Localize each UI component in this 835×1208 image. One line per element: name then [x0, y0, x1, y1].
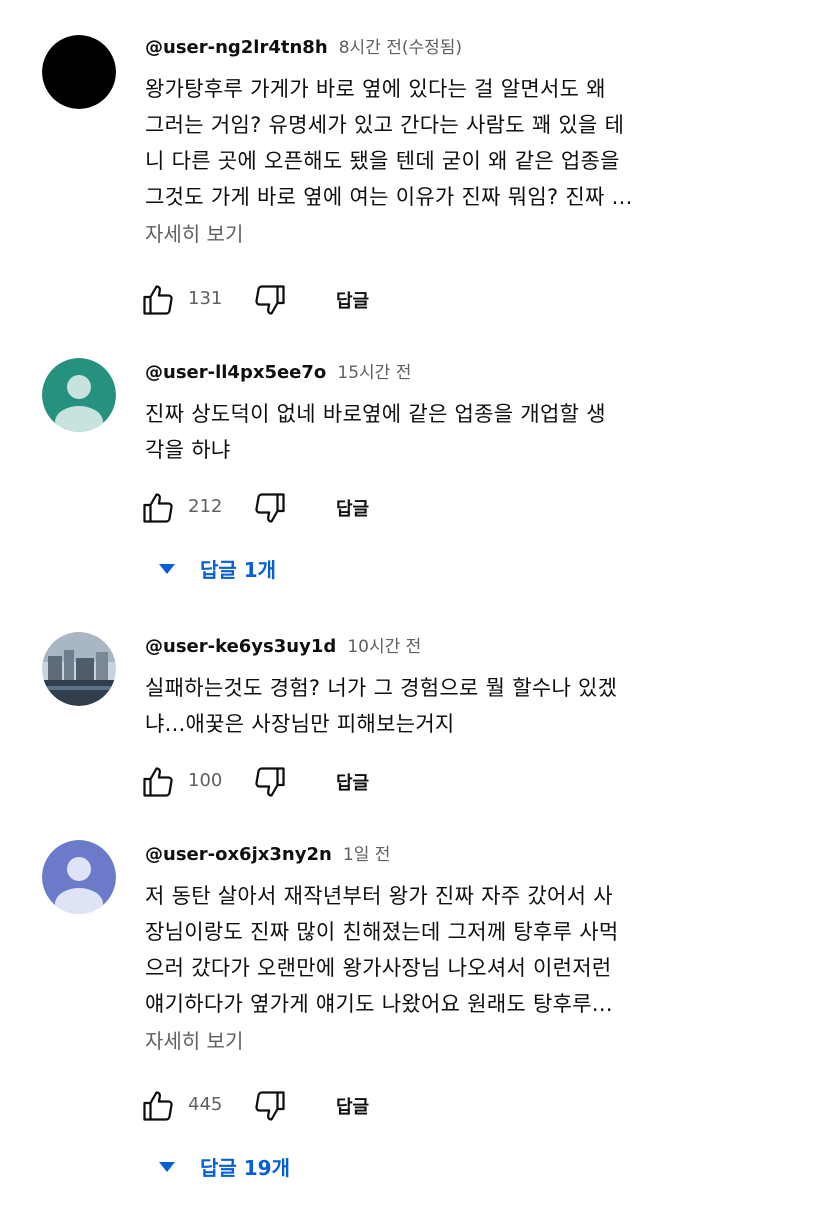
comment-author[interactable]: @user-ng2lr4tn8h — [145, 37, 328, 58]
avatar[interactable] — [42, 840, 116, 914]
thumb-down-icon[interactable] — [252, 490, 288, 526]
reply-button[interactable]: 답글 — [336, 495, 369, 521]
comment-text: 진짜 상도덕이 없네 바로옆에 같은 업종을 개업할 생 각을 하냐 — [145, 402, 606, 462]
comment-timestamp[interactable]: 15시간 전 — [337, 363, 411, 383]
comment-author[interactable]: @user-ox6jx3ny2n — [145, 844, 332, 865]
comment-text: 왕가탕후루 가게가 바로 옆에 있다는 걸 알면서도 왜 그러는 거임? 유명세… — [145, 77, 633, 209]
avatar[interactable] — [42, 35, 116, 109]
thumb-up-icon[interactable] — [140, 1088, 176, 1124]
view-replies-button[interactable]: 답글 1개 — [155, 550, 375, 586]
thumb-up-icon[interactable] — [140, 764, 176, 800]
reply-button[interactable]: 답글 — [336, 1093, 369, 1119]
avatar[interactable] — [42, 358, 116, 432]
comment-text: 저 동탄 살아서 재작년부터 왕가 진짜 자주 갔어서 사 장님이랑도 진짜 많… — [145, 884, 619, 1016]
comment-timestamp[interactable]: 10시간 전 — [347, 637, 421, 657]
comment-timestamp[interactable]: 1일 전 — [343, 845, 391, 865]
caret-down-icon — [159, 1162, 175, 1172]
thumb-up-icon[interactable] — [140, 490, 176, 526]
comment-author[interactable]: @user-ke6ys3uy1d — [145, 636, 336, 657]
read-more-link[interactable]: 자세히 보기 — [145, 216, 765, 252]
comment-timestamp[interactable]: 8시간 전(수정됨) — [339, 38, 462, 58]
like-count: 100 — [188, 770, 223, 791]
comment-author[interactable]: @user-ll4px5ee7o — [145, 362, 326, 383]
comment-actions: 131 답글 — [140, 280, 540, 320]
comment-actions: 100 답글 — [140, 762, 540, 802]
comment-actions: 212 답글 — [140, 488, 540, 528]
caret-down-icon — [159, 564, 175, 574]
thumb-down-icon[interactable] — [252, 282, 288, 318]
thumb-down-icon[interactable] — [252, 1088, 288, 1124]
like-count: 212 — [188, 496, 223, 517]
replies-count-label: 답글 1개 — [200, 558, 277, 582]
like-count: 445 — [188, 1094, 223, 1115]
read-more-link[interactable]: 자세히 보기 — [145, 1023, 765, 1059]
reply-button[interactable]: 답글 — [336, 287, 369, 313]
like-count: 131 — [188, 288, 223, 309]
replies-count-label: 답글 19개 — [200, 1156, 290, 1180]
comment-text: 실패하는것도 경험? 너가 그 경험으로 뭘 할수나 있겠 냐...애꿎은 사장… — [145, 676, 618, 736]
comment-actions: 445 답글 — [140, 1086, 540, 1126]
avatar[interactable] — [42, 632, 116, 706]
view-replies-button[interactable]: 답글 19개 — [155, 1148, 375, 1184]
reply-button[interactable]: 답글 — [336, 769, 369, 795]
thumb-down-icon[interactable] — [252, 764, 288, 800]
thumb-up-icon[interactable] — [140, 282, 176, 318]
